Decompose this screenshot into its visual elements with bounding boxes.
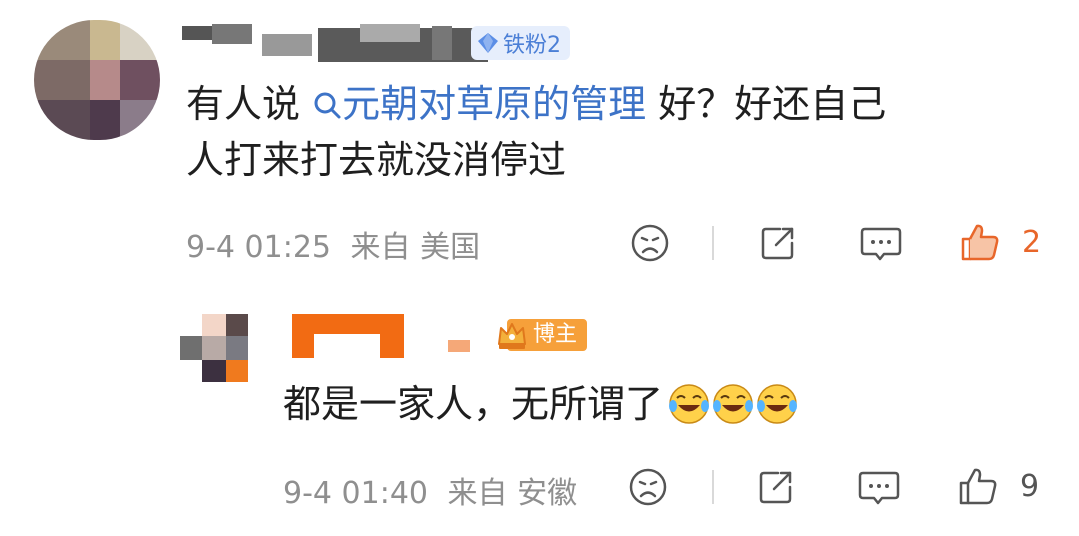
reply-text-content: 都是一家人，无所谓了 — [283, 382, 664, 426]
reply-button[interactable] — [856, 465, 902, 509]
diamond-icon — [478, 33, 498, 53]
share-button[interactable] — [754, 465, 798, 509]
laugh-cry-emoji-icon — [669, 384, 710, 424]
search-icon — [314, 92, 341, 119]
share-icon — [761, 227, 794, 260]
laugh-cry-emoji-icon — [757, 384, 798, 424]
share-button[interactable] — [756, 221, 800, 265]
comment-text: 有人说 元朝对草原的管理 好？好还自己 人打来打去就没消停过 — [186, 76, 1046, 188]
fan-badge: 铁粉2 — [471, 26, 570, 60]
comment-icon — [858, 471, 900, 505]
dislike-button[interactable] — [626, 465, 670, 509]
comment-meta: 9-4 01:25 来自 美国 — [186, 222, 480, 266]
crown-icon — [498, 323, 526, 349]
reply-source: 来自 安徽 — [447, 476, 578, 511]
comment-time: 9-4 01:25 — [186, 230, 331, 265]
divider — [712, 226, 714, 260]
reply-time: 9-4 01:40 — [283, 476, 428, 511]
reply-meta: 9-4 01:40 来自 安徽 — [283, 468, 577, 512]
fan-badge-label: 铁粉2 — [503, 33, 561, 58]
like-button[interactable]: 2 — [958, 218, 1048, 266]
like-button[interactable]: 9 — [956, 462, 1048, 510]
dislike-button[interactable] — [628, 221, 672, 265]
sad-face-icon — [629, 468, 667, 506]
divider — [712, 470, 714, 504]
avatar[interactable] — [34, 20, 160, 140]
comment-text-line2: 人打来打去就没消停过 — [186, 138, 567, 182]
like-count: 9 — [1020, 468, 1040, 504]
sad-face-icon — [631, 224, 669, 262]
username[interactable] — [292, 314, 482, 358]
username[interactable] — [182, 20, 488, 68]
share-icon — [759, 471, 792, 504]
like-count: 2 — [1022, 224, 1042, 260]
laugh-cry-emoji-icon — [713, 384, 754, 424]
host-badge: 博主 — [495, 318, 588, 352]
reply-text: 都是一家人，无所谓了 — [283, 376, 799, 432]
avatar[interactable] — [180, 314, 248, 382]
topic-link[interactable]: 元朝对草原的管理 — [312, 82, 658, 126]
reply-button[interactable] — [858, 221, 904, 265]
comment-text-prefix: 有人说 — [186, 82, 301, 126]
comment-text-rest: 好？好还自己 — [658, 82, 887, 126]
comment-source: 来自 美国 — [350, 230, 481, 265]
topic-label: 元朝对草原的管理 — [342, 82, 647, 126]
thumbs-up-icon — [961, 224, 999, 261]
emoji-group — [667, 382, 799, 426]
thumbs-up-icon — [959, 468, 997, 505]
comment-icon — [860, 227, 902, 261]
